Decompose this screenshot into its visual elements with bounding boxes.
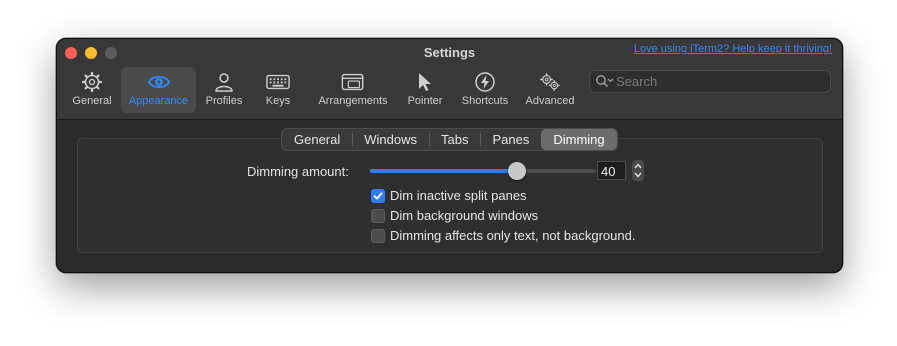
dim-background-windows-label: Dim background windows (390, 208, 539, 223)
dimming-amount-label: Dimming amount: (247, 164, 349, 179)
toolbar-appearance-label: Appearance (128, 95, 189, 107)
dim-background-windows-option[interactable]: Dim background windows (371, 208, 538, 223)
toolbar-arrangements-label: Arrangements (318, 95, 388, 107)
checkmark-icon (373, 191, 383, 199)
toolbar-advanced[interactable]: Advanced (520, 67, 580, 113)
toolbar-shortcuts[interactable]: Shortcuts (457, 67, 513, 113)
toolbar-arrangements[interactable]: Arrangements (313, 67, 393, 113)
toolbar-advanced-label: Advanced (525, 95, 575, 107)
toolbar-profiles-label: Profiles (205, 95, 243, 107)
dimming-text-only-checkbox[interactable] (371, 228, 385, 243)
slider-knob[interactable] (508, 162, 526, 180)
dim-background-windows-checkbox[interactable] (371, 208, 385, 223)
search-icon (595, 74, 615, 93)
toolbar-general-label: General (72, 95, 112, 107)
tab-windows[interactable]: Windows (352, 129, 429, 150)
search-input[interactable] (616, 72, 821, 90)
bolt-icon (473, 71, 497, 93)
dim-inactive-split-panes-option[interactable]: Dim inactive split panes (371, 188, 527, 203)
person-icon (212, 71, 236, 93)
toolbar-keys-label: Keys (265, 95, 291, 107)
dimming-text-only-label: Dimming affects only text, not backgroun… (390, 228, 636, 243)
support-link[interactable]: Love using iTerm2? Help keep it thriving… (634, 43, 832, 55)
dimming-text-only-option[interactable]: Dimming affects only text, not backgroun… (371, 228, 635, 243)
pointer-icon (413, 71, 437, 93)
slider-fill (370, 169, 517, 173)
appearance-tabs: General Windows Tabs Panes Dimming (281, 128, 618, 151)
eye-icon (147, 71, 171, 93)
settings-window: Settings Love using iTerm2? Help keep it… (56, 38, 843, 273)
toolbar-profiles[interactable]: Profiles (198, 67, 250, 113)
toolbar-pointer[interactable]: Pointer (403, 67, 447, 113)
search-field[interactable] (589, 70, 831, 93)
tab-tabs[interactable]: Tabs (429, 129, 480, 150)
tab-panes[interactable]: Panes (480, 129, 541, 150)
toolbar-appearance[interactable]: Appearance (121, 67, 196, 113)
title-bar: Settings Love using iTerm2? Help keep it… (57, 39, 842, 120)
gears-icon (538, 71, 562, 93)
toolbar-keys[interactable]: Keys (254, 67, 302, 113)
dim-inactive-split-panes-checkbox[interactable] (371, 188, 385, 203)
windows-icon (341, 71, 365, 93)
tab-general[interactable]: General (282, 129, 352, 150)
toolbar-shortcuts-label: Shortcuts (461, 95, 509, 107)
toolbar-general[interactable]: General (65, 67, 119, 113)
dim-inactive-split-panes-label: Dim inactive split panes (390, 188, 527, 203)
dimming-amount-field[interactable]: 40 (597, 161, 626, 180)
keyboard-icon (266, 71, 290, 93)
dimming-amount-stepper[interactable] (632, 160, 644, 181)
tab-dimming[interactable]: Dimming (541, 129, 617, 150)
stepper-arrows-icon (634, 163, 642, 178)
gear-icon (80, 71, 104, 93)
dimming-amount-slider[interactable] (370, 162, 596, 180)
toolbar-pointer-label: Pointer (407, 95, 443, 107)
